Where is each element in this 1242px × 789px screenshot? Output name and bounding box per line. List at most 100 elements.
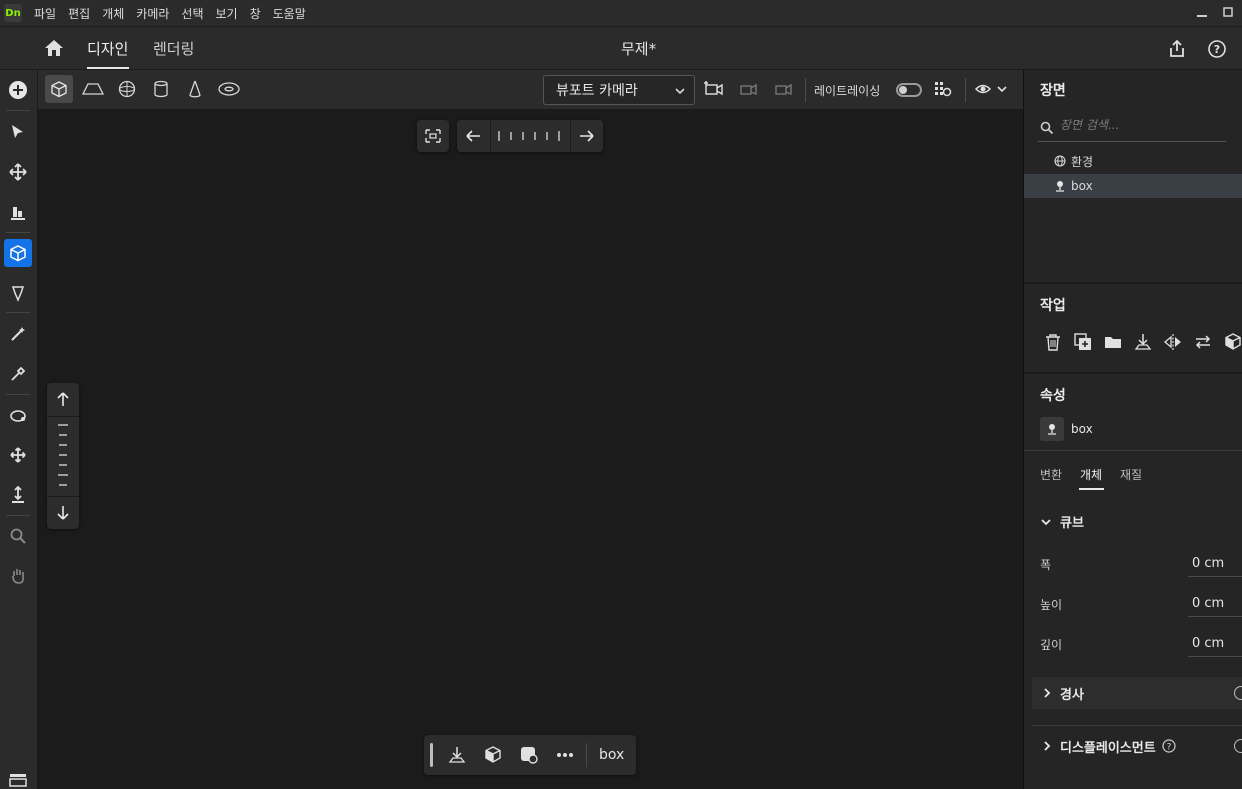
arrow-up-icon — [57, 392, 69, 406]
properties-panel-title: 속성 — [1040, 388, 1066, 404]
maximize-icon[interactable] — [1222, 5, 1234, 19]
camera-select[interactable]: 뷰포트 카메라 — [543, 75, 695, 105]
move-icon[interactable] — [4, 158, 32, 186]
cone-primitive-icon[interactable] — [181, 75, 209, 103]
menu-camera[interactable]: 카메라 — [136, 5, 169, 22]
chevron-down-icon — [675, 88, 685, 95]
section-displacement[interactable]: 디스플레이스먼트 ? — [1032, 730, 1242, 762]
raytracing-toggle[interactable] — [896, 83, 922, 97]
scene-search-input[interactable] — [1060, 118, 1210, 132]
hand-icon[interactable] — [4, 562, 32, 590]
menu-window[interactable]: 창 — [250, 5, 261, 22]
orbit-icon[interactable] — [4, 402, 32, 430]
horizontal-nav-slider[interactable] — [457, 120, 603, 152]
svg-text:?: ? — [1214, 43, 1220, 56]
group-icon[interactable] — [1223, 332, 1242, 352]
taskbar-object-name: box — [599, 747, 625, 763]
material-icon[interactable] — [519, 745, 539, 765]
menu-file[interactable]: 파일 — [34, 5, 56, 22]
share-icon[interactable] — [1167, 39, 1187, 59]
properties-object-name: box — [1071, 422, 1093, 436]
help-icon[interactable]: ? — [1162, 739, 1176, 753]
depth-field[interactable]: 0 cm — [1192, 636, 1224, 651]
left-toolbar — [0, 70, 38, 789]
actions-panel-title: 작업 — [1040, 298, 1066, 314]
add-icon[interactable] — [4, 76, 32, 104]
height-field[interactable]: 0 cm — [1192, 596, 1224, 611]
displacement-toggle[interactable] — [1234, 739, 1242, 753]
torus-primitive-icon[interactable] — [215, 75, 243, 103]
panel-toggle-icon[interactable] — [4, 766, 32, 789]
eyedropper-icon[interactable] — [4, 360, 32, 388]
duplicate-icon[interactable] — [1073, 332, 1093, 352]
view-options-icon[interactable] — [972, 75, 1012, 103]
swap-icon[interactable] — [1193, 332, 1213, 352]
dolly-icon[interactable] — [4, 481, 32, 509]
minimize-icon[interactable] — [1196, 5, 1208, 19]
arrow-down-icon — [57, 506, 69, 520]
section-bevel[interactable]: 경사 — [1032, 677, 1242, 709]
camera-bookmark-icon[interactable] — [734, 75, 762, 103]
sculpt-icon[interactable] — [4, 279, 32, 307]
header-bar: 디자인 렌더링 무제* ? — [0, 26, 1242, 70]
add-camera-icon[interactable] — [700, 75, 728, 103]
camera-settings-icon[interactable] — [769, 75, 797, 103]
tree-item-environment[interactable]: 환경 — [1024, 149, 1242, 173]
folder-icon[interactable] — [1103, 332, 1123, 352]
width-field[interactable]: 0 cm — [1192, 556, 1224, 571]
bevel-toggle[interactable] — [1234, 686, 1242, 700]
raytracing-label: 레이트레이싱 — [814, 84, 881, 98]
primitive-toolbar: 뷰포트 카메라 레이트레이싱 — [38, 70, 1023, 110]
menu-help[interactable]: 도움말 — [273, 5, 306, 22]
tab-design[interactable]: 디자인 — [87, 38, 128, 59]
vertical-nav-slider[interactable] — [47, 383, 79, 529]
camera-frame-button[interactable] — [417, 120, 449, 152]
document-title: 무제* — [621, 40, 657, 58]
help-icon[interactable]: ? — [1207, 39, 1227, 59]
menu-view[interactable]: 보기 — [216, 5, 238, 22]
tree-item-box[interactable]: box — [1024, 174, 1242, 198]
viewport[interactable]: box — [38, 110, 1023, 789]
home-icon[interactable] — [44, 39, 64, 57]
cylinder-primitive-icon[interactable] — [147, 75, 175, 103]
scene-panel-title: 장면 — [1040, 83, 1066, 99]
select-icon[interactable] — [4, 118, 32, 146]
more-icon[interactable] — [555, 745, 575, 765]
object-icon — [1056, 181, 1064, 192]
arrow-left-icon — [466, 130, 480, 142]
menu-bar: Dn 파일 편집 개체 카메라 선택 보기 창 도움말 — [0, 0, 1242, 26]
zoom-icon[interactable] — [4, 522, 32, 550]
align-icon[interactable] — [4, 198, 32, 226]
height-label: 높이 — [1040, 598, 1063, 612]
chevron-right-icon — [1044, 688, 1051, 698]
drop-to-ground-icon[interactable] — [447, 745, 467, 765]
cube-primitive-icon[interactable] — [45, 75, 73, 103]
magic-wand-icon[interactable] — [4, 320, 32, 348]
section-displacement-label: 디스플레이스먼트 — [1060, 740, 1156, 756]
tab-material[interactable]: 재질 — [1120, 466, 1142, 483]
context-taskbar: box — [424, 735, 636, 775]
chevron-down-icon — [1041, 518, 1051, 525]
delete-icon[interactable] — [1043, 332, 1063, 352]
menu-object[interactable]: 개체 — [102, 5, 124, 22]
tab-render[interactable]: 렌더링 — [153, 38, 194, 59]
globe-icon — [1054, 155, 1066, 167]
cube-tool-icon[interactable] — [4, 239, 32, 267]
mirror-icon[interactable] — [1163, 332, 1183, 352]
menu-edit[interactable]: 편집 — [68, 5, 90, 22]
plane-primitive-icon[interactable] — [79, 75, 107, 103]
scene-search — [1038, 114, 1226, 142]
group-icon[interactable] — [483, 745, 503, 765]
tab-transform[interactable]: 변환 — [1040, 466, 1062, 483]
render-settings-icon[interactable] — [929, 75, 957, 103]
section-cube[interactable]: 큐브 — [1040, 512, 1084, 531]
sphere-primitive-icon[interactable] — [113, 75, 141, 103]
frame-icon — [425, 129, 441, 143]
pan-icon[interactable] — [4, 441, 32, 469]
drop-to-ground-icon[interactable] — [1133, 332, 1153, 352]
tab-object[interactable]: 개체 — [1080, 466, 1102, 483]
taskbar-grip[interactable] — [430, 743, 433, 767]
menu-select[interactable]: 선택 — [181, 5, 203, 22]
depth-label: 깊이 — [1040, 638, 1063, 652]
svg-text:?: ? — [1166, 743, 1171, 753]
